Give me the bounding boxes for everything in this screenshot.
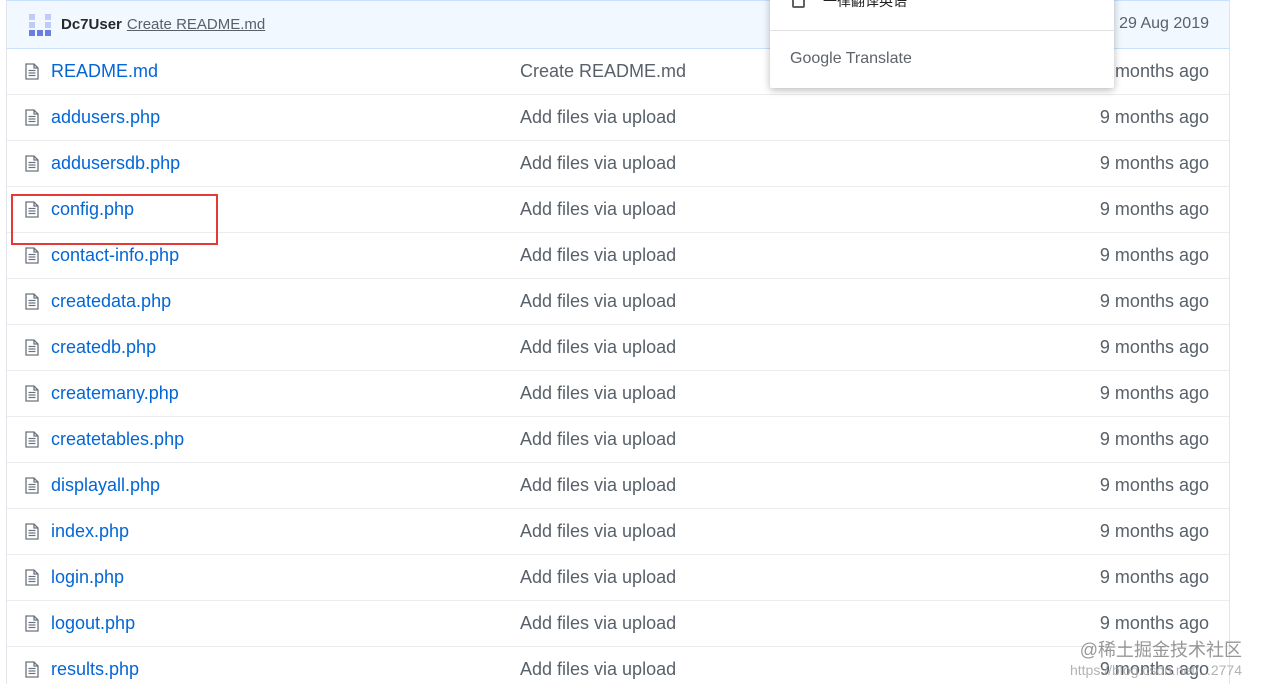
- google-translate-logo: Google Translate: [790, 50, 912, 67]
- file-name-link[interactable]: createdata.php: [51, 291, 171, 312]
- file-icon: [25, 247, 39, 264]
- file-commit-age: 9 months ago: [1099, 383, 1209, 403]
- file-row[interactable]: config.php Add files via upload 9 months a…: [7, 187, 1229, 233]
- file-list: README.md Create README.md months ago addus…: [7, 49, 1229, 684]
- file-row[interactable]: index.php Add files via upload 9 months ag…: [7, 509, 1229, 555]
- file-commit-message-link[interactable]: Add files via upload: [520, 659, 676, 680]
- file-commit-age: 9 months ago: [1099, 475, 1209, 495]
- file-commit-message-link[interactable]: Add files via upload: [520, 567, 676, 588]
- file-commit-message-link[interactable]: Add files via upload: [520, 199, 676, 220]
- file-icon: [25, 477, 39, 494]
- file-commit-age: 9 months ago: [1099, 107, 1209, 127]
- file-commit-message-link[interactable]: Add files via upload: [520, 383, 676, 404]
- file-icon: [25, 431, 39, 448]
- file-commit-message-link[interactable]: Add files via upload: [520, 429, 676, 450]
- file-row[interactable]: results.php Add files via upload 9 months …: [7, 647, 1229, 684]
- file-name-link[interactable]: displayall.php: [51, 475, 160, 496]
- commit-message-link[interactable]: Create README.md: [127, 16, 265, 33]
- file-commit-age: 9 months ago: [1099, 199, 1209, 219]
- file-commit-age: 9 months ago: [1099, 245, 1209, 265]
- file-row[interactable]: createtables.php Add files via upload 9 mo…: [7, 417, 1229, 463]
- file-icon: [25, 201, 39, 218]
- file-row[interactable]: createdb.php Add files via upload 9 months…: [7, 325, 1229, 371]
- file-row[interactable]: addusers.php Add files via upload 9 months…: [7, 95, 1229, 141]
- file-commit-message-link[interactable]: Add files via upload: [520, 475, 676, 496]
- file-row[interactable]: createdata.php Add files via upload 9 mont…: [7, 279, 1229, 325]
- file-icon: [25, 293, 39, 310]
- file-name-link[interactable]: config.php: [51, 199, 134, 220]
- file-name-link[interactable]: createtables.php: [51, 429, 184, 450]
- commit-author[interactable]: Dc7User: [61, 16, 122, 33]
- file-row[interactable]: displayall.php Add files via upload 9 mont…: [7, 463, 1229, 509]
- translate-always-option[interactable]: 一律翻译英语: [792, 0, 907, 10]
- file-commit-message-link[interactable]: Add files via upload: [520, 245, 676, 266]
- watermark-url: https://blog.csdn.net/...2774: [1069, 662, 1242, 678]
- file-commit-message-link[interactable]: Add files via upload: [520, 153, 676, 174]
- watermark-brand: @稀土掘金技术社区: [1079, 640, 1242, 660]
- file-commit-age: 9 months ago: [1099, 291, 1209, 311]
- file-name-link[interactable]: logout.php: [51, 613, 135, 634]
- file-icon: [25, 155, 39, 172]
- file-icon: [25, 569, 39, 586]
- file-icon: [25, 615, 39, 632]
- checkbox-icon[interactable]: [792, 0, 805, 8]
- google-translate-popup: 一律翻译英语 Google Translate: [770, 0, 1114, 88]
- file-name-link[interactable]: addusers.php: [51, 107, 160, 128]
- file-row[interactable]: addusersdb.php Add files via upload 9 mont…: [7, 141, 1229, 187]
- commit-date: 29 Aug 2019: [1119, 15, 1209, 32]
- file-commit-age: 9 months ago: [1099, 613, 1209, 633]
- file-commit-age: 9 months ago: [1099, 337, 1209, 357]
- file-icon: [25, 661, 39, 678]
- file-name-link[interactable]: index.php: [51, 521, 129, 542]
- file-table: Dc7User Create README.md 29 Aug 2019 REA…: [6, 0, 1230, 684]
- file-name-link[interactable]: contact-info.php: [51, 245, 179, 266]
- file-name-link[interactable]: addusersdb.php: [51, 153, 180, 174]
- file-icon: [25, 339, 39, 356]
- file-row[interactable]: createmany.php Add files via upload 9 mont…: [7, 371, 1229, 417]
- file-name-link[interactable]: createdb.php: [51, 337, 156, 358]
- file-row[interactable]: contact-info.php Add files via upload 9 mo…: [7, 233, 1229, 279]
- file-commit-message-link[interactable]: Add files via upload: [520, 107, 676, 128]
- file-icon: [25, 385, 39, 402]
- file-commit-message-link[interactable]: Create README.md: [520, 61, 686, 82]
- repository-file-browser: Dc7User Create README.md 29 Aug 2019 REA…: [0, 0, 1262, 684]
- file-row[interactable]: login.php Add files via upload 9 months ag…: [7, 555, 1229, 601]
- file-commit-message-link[interactable]: Add files via upload: [520, 291, 676, 312]
- identicon-avatar[interactable]: [29, 13, 51, 36]
- file-commit-age: 9 months ago: [1099, 429, 1209, 449]
- file-commit-message-link[interactable]: Add files via upload: [520, 613, 676, 634]
- file-commit-message-link[interactable]: Add files via upload: [520, 521, 676, 542]
- file-icon: [25, 109, 39, 126]
- file-name-link[interactable]: login.php: [51, 567, 124, 588]
- file-commit-message-link[interactable]: Add files via upload: [520, 337, 676, 358]
- file-row[interactable]: logout.php Add files via upload 9 months a…: [7, 601, 1229, 647]
- file-icon: [25, 523, 39, 540]
- file-commit-age: months ago: [1114, 61, 1209, 81]
- translate-option-label: 一律翻译英语: [823, 0, 907, 9]
- file-name-link[interactable]: createmany.php: [51, 383, 179, 404]
- file-commit-age: 9 months ago: [1099, 153, 1209, 173]
- divider: [770, 30, 1114, 31]
- file-commit-age: 9 months ago: [1099, 567, 1209, 587]
- file-icon: [25, 63, 39, 80]
- file-name-link[interactable]: results.php: [51, 659, 139, 680]
- file-commit-age: 9 months ago: [1099, 521, 1209, 541]
- file-name-link[interactable]: README.md: [51, 61, 158, 82]
